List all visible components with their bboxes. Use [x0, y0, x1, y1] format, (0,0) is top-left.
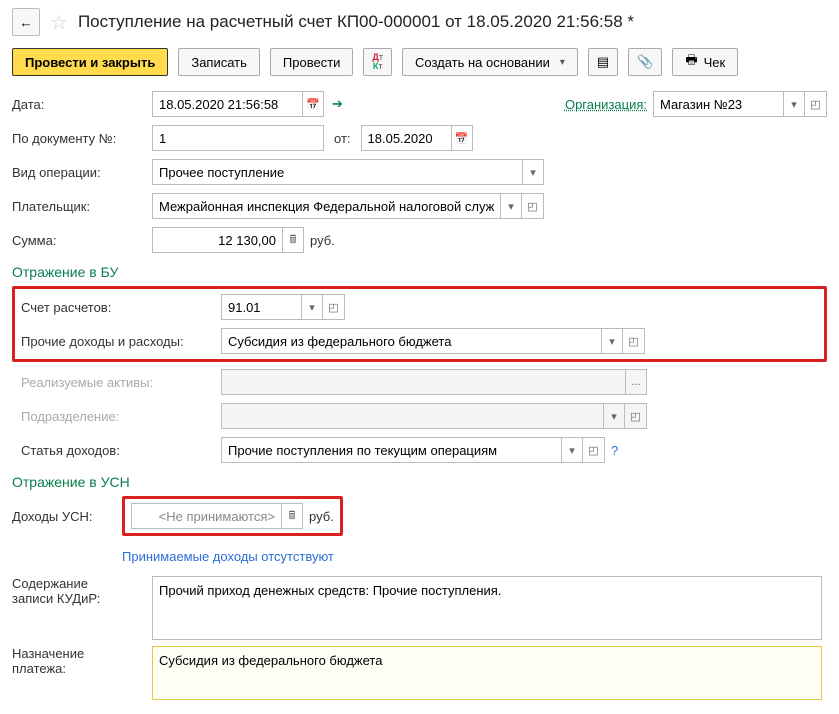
back-icon: ← [19, 15, 32, 30]
purpose-label: Назначение платежа: [12, 646, 152, 676]
settlement-dropdown-icon[interactable]: ▾ [301, 294, 323, 320]
doc-date-calendar-icon[interactable]: 📅 [451, 125, 473, 151]
income-item-help-link[interactable]: ? [611, 443, 618, 458]
structure-icon: ▤ [597, 54, 609, 70]
usn-income-input[interactable] [131, 503, 281, 529]
doc-no-input[interactable] [152, 125, 324, 151]
division-dropdown-icon: ▾ [603, 403, 625, 429]
income-item-expand-icon[interactable]: ◰ [583, 437, 605, 463]
income-item-label: Статья доходов: [21, 443, 221, 458]
op-type-label: Вид операции: [12, 165, 152, 180]
date-input[interactable] [152, 91, 302, 117]
income-item-input[interactable] [221, 437, 561, 463]
assets-more-icon: ... [625, 369, 647, 395]
division-input [221, 403, 603, 429]
division-label: Подразделение: [21, 409, 221, 424]
date-label: Дата: [12, 97, 152, 112]
structure-button[interactable]: ▤ [588, 48, 618, 76]
purpose-textarea[interactable] [152, 646, 822, 700]
printer-icon: 🖶 [685, 51, 697, 73]
date-input-group: 📅 [152, 91, 324, 117]
other-income-expand-icon[interactable]: ◰ [623, 328, 645, 354]
check-button[interactable]: 🖶 Чек [672, 48, 738, 76]
post-button[interactable]: Провести [270, 48, 354, 76]
organization-expand-icon[interactable]: ◰ [805, 91, 827, 117]
calc-icon[interactable]: 🖩 [282, 227, 304, 253]
calendar-icon[interactable]: 📅 [302, 91, 324, 117]
bu-highlight-block: Счет расчетов: ▾ ◰ Прочие доходы и расхо… [12, 286, 827, 362]
organization-dropdown-icon[interactable]: ▾ [783, 91, 805, 117]
amount-input[interactable] [152, 227, 282, 253]
organization-input[interactable] [653, 91, 783, 117]
toolbar: Провести и закрыть Записать Провести ДтК… [12, 48, 827, 76]
doc-no-label: По документу №: [12, 131, 152, 146]
assets-label: Реализуемые активы: [21, 375, 221, 390]
assets-input [221, 369, 625, 395]
income-item-dropdown-icon[interactable]: ▾ [561, 437, 583, 463]
payer-dropdown-icon[interactable]: ▾ [500, 193, 522, 219]
attachments-button[interactable]: 📎 [628, 48, 662, 76]
payer-expand-icon[interactable]: ◰ [522, 193, 544, 219]
page-title: Поступление на расчетный счет КП00-00000… [78, 12, 634, 32]
section-usn-header: Отражение в УСН [12, 474, 827, 490]
postings-button[interactable]: ДтКт [363, 48, 392, 76]
favorite-star-icon[interactable]: ☆ [50, 10, 68, 35]
usn-highlight-block: 🖩 руб. [122, 496, 343, 536]
kudir-label: Содержание записи КУДиР: [12, 576, 152, 606]
other-income-dropdown-icon[interactable]: ▾ [601, 328, 623, 354]
from-label: от: [334, 131, 351, 146]
save-button[interactable]: Записать [178, 48, 260, 76]
kudir-textarea[interactable] [152, 576, 822, 640]
other-income-input[interactable] [221, 328, 601, 354]
usn-note-link[interactable]: Принимаемые доходы отсутствуют [122, 549, 334, 564]
date-arrow-icon[interactable]: ➔ [332, 96, 343, 112]
section-bu-header: Отражение в БУ [12, 264, 827, 280]
organization-label[interactable]: Организация: [565, 97, 647, 112]
usn-calc-icon[interactable]: 🖩 [281, 503, 303, 529]
clip-icon: 📎 [637, 54, 653, 70]
create-based-on-button[interactable]: Создать на основании [402, 48, 578, 76]
currency-label: руб. [310, 233, 335, 248]
payer-label: Плательщик: [12, 199, 152, 214]
payer-input[interactable] [152, 193, 500, 219]
usn-income-label: Доходы УСН: [12, 509, 122, 524]
doc-date-input[interactable] [361, 125, 451, 151]
settlement-account-input[interactable] [221, 294, 301, 320]
settlement-account-label: Счет расчетов: [21, 300, 221, 315]
division-expand-icon: ◰ [625, 403, 647, 429]
settlement-expand-icon[interactable]: ◰ [323, 294, 345, 320]
op-type-dropdown-icon[interactable]: ▾ [522, 159, 544, 185]
usn-currency-label: руб. [309, 509, 334, 524]
op-type-input[interactable] [152, 159, 522, 185]
amount-label: Сумма: [12, 233, 152, 248]
dtkt-icon: ДтКт [372, 53, 383, 71]
other-income-label: Прочие доходы и расходы: [21, 334, 221, 349]
post-and-close-button[interactable]: Провести и закрыть [12, 48, 168, 76]
back-button[interactable]: ← [12, 8, 40, 36]
